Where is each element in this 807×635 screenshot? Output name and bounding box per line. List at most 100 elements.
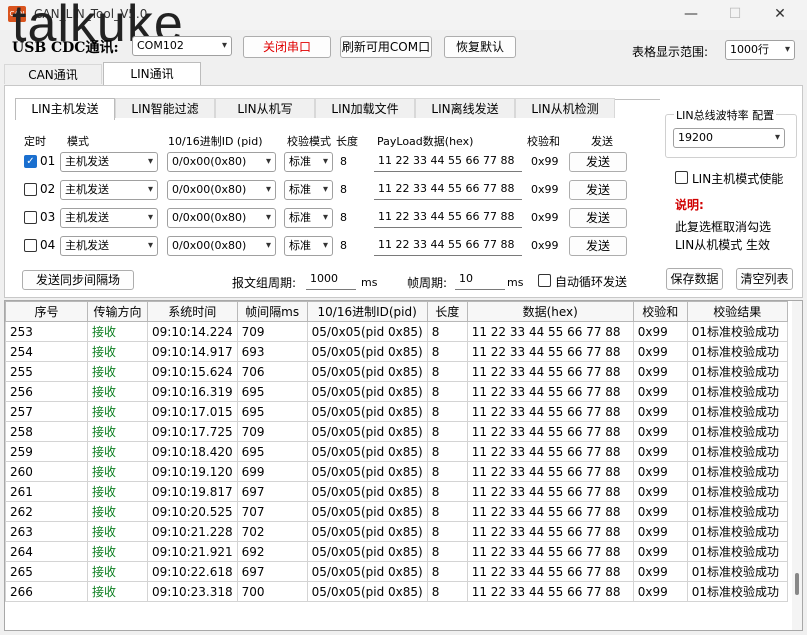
- close-window-button[interactable]: ✕: [765, 4, 795, 24]
- range-select[interactable]: 1000行 ▾: [725, 40, 795, 60]
- row-enable-checkbox[interactable]: [24, 211, 37, 224]
- subtab-lin-slave-detect[interactable]: LIN从机检测: [515, 98, 615, 118]
- table-row[interactable]: 260 接收 09:10:19.120 699 05/0x05(pid 0x85) 8 11…: [5, 461, 788, 482]
- close-port-button[interactable]: 关闭串口: [243, 36, 331, 58]
- log-header-cell[interactable]: 校验和: [632, 301, 688, 322]
- row-mode-select[interactable]: 主机发送 ▾: [60, 152, 158, 172]
- row-send-button[interactable]: 发送: [569, 208, 627, 228]
- row-payload-input[interactable]: 11 22 33 44 55 66 77 88: [374, 208, 522, 228]
- table-row[interactable]: 255 接收 09:10:15.624 706 05/0x05(pid 0x85) 8 11…: [5, 361, 788, 382]
- table-cell: 0x99: [632, 561, 688, 582]
- clear-list-button[interactable]: 清空列表: [736, 268, 793, 290]
- table-row[interactable]: 263 接收 09:10:21.228 702 05/0x05(pid 0x85) 8 11…: [5, 521, 788, 542]
- send-sync-break-button[interactable]: 发送同步间隔场: [22, 270, 134, 290]
- row-number: 03: [40, 210, 56, 224]
- master-enable-checkbox[interactable]: [675, 171, 688, 184]
- table-cell: 11 22 33 44 55 66 77 88: [466, 501, 634, 522]
- table-row[interactable]: 259 接收 09:10:18.420 695 05/0x05(pid 0x85) 8 11…: [5, 441, 788, 462]
- subtab-lin-slave-write[interactable]: LIN从机写: [215, 98, 315, 118]
- tab-lin[interactable]: LIN通讯: [103, 62, 201, 86]
- auto-loop-checkbox[interactable]: [538, 274, 551, 287]
- table-cell: 8: [426, 461, 468, 482]
- table-row[interactable]: 254 接收 09:10:14.917 693 05/0x05(pid 0x85) 8 11…: [5, 341, 788, 362]
- log-header-cell[interactable]: 数据(hex): [466, 301, 634, 322]
- table-cell: 8: [426, 541, 468, 562]
- table-cell: 11 22 33 44 55 66 77 88: [466, 381, 634, 402]
- row-send-button[interactable]: 发送: [569, 180, 627, 200]
- table-cell: 695: [236, 381, 308, 402]
- table-cell: 0x99: [632, 501, 688, 522]
- subtab-lin-offline-send[interactable]: LIN离线发送: [415, 98, 515, 118]
- table-row[interactable]: 253 接收 09:10:14.224 709 05/0x05(pid 0x85) 8 11…: [5, 321, 788, 342]
- log-header-cell[interactable]: 10/16进制ID(pid): [306, 301, 428, 322]
- table-cell: 263: [5, 521, 88, 542]
- frame-period-input[interactable]: 10: [455, 270, 505, 290]
- row-id-select[interactable]: 0/0x00(0x80) ▾: [167, 180, 276, 200]
- table-row[interactable]: 256 接收 09:10:16.319 695 05/0x05(pid 0x85) 8 11…: [5, 381, 788, 402]
- table-row[interactable]: 258 接收 09:10:17.725 709 05/0x05(pid 0x85) 8 11…: [5, 421, 788, 442]
- refresh-com-button[interactable]: 刷新可用COM口: [340, 36, 432, 58]
- table-cell: 09:10:19.817: [147, 481, 238, 502]
- chevron-down-icon: ▾: [322, 212, 328, 223]
- row-check-select[interactable]: 标准 ▾: [284, 236, 333, 256]
- group-period-input[interactable]: 1000: [306, 270, 356, 290]
- row-enable-checkbox[interactable]: [24, 239, 37, 252]
- log-header-cell[interactable]: 序号: [5, 301, 88, 322]
- row-id-select[interactable]: 0/0x00(0x80) ▾: [167, 236, 276, 256]
- table-row[interactable]: 262 接收 09:10:20.525 707 05/0x05(pid 0x85) 8 11…: [5, 501, 788, 522]
- note-line-1: 此复选框取消勾选: [675, 220, 772, 234]
- row-enable-checkbox[interactable]: ✓: [24, 155, 37, 168]
- log-header-cell[interactable]: 传输方向: [87, 301, 148, 322]
- row-number: 01: [40, 154, 56, 168]
- minimize-button[interactable]: —: [676, 4, 706, 24]
- tab-can[interactable]: CAN通讯: [4, 64, 102, 84]
- table-cell: 01标准校验成功: [686, 341, 788, 362]
- table-row[interactable]: 257 接收 09:10:17.015 695 05/0x05(pid 0x85) 8 11…: [5, 401, 788, 422]
- table-cell: 265: [5, 561, 88, 582]
- table-row[interactable]: 264 接收 09:10:21.921 692 05/0x05(pid 0x85) 8 11…: [5, 541, 788, 562]
- subtab-lin-load-file[interactable]: LIN加载文件: [315, 98, 415, 118]
- restore-default-button[interactable]: 恢复默认: [444, 36, 516, 58]
- table-row[interactable]: 261 接收 09:10:19.817 697 05/0x05(pid 0x85) 8 11…: [5, 481, 788, 502]
- log-header-cell[interactable]: 长度: [426, 301, 468, 322]
- master-enable-label: LIN主机模式使能: [692, 172, 784, 186]
- log-header-cell[interactable]: 帧间隔ms: [236, 301, 308, 322]
- row-mode-select[interactable]: 主机发送 ▾: [60, 208, 158, 228]
- row-send-button[interactable]: 发送: [569, 236, 627, 256]
- com-port-select[interactable]: COM102 ▾: [132, 36, 232, 56]
- row-payload-input[interactable]: 11 22 33 44 55 66 77 88: [374, 236, 522, 256]
- subtab-lin-smart-filter[interactable]: LIN智能过滤: [115, 98, 215, 118]
- table-cell: 697: [236, 561, 308, 582]
- maximize-button[interactable]: ☐: [720, 4, 750, 24]
- baud-value: 19200: [678, 131, 713, 144]
- log-header-cell[interactable]: 校验结果: [686, 301, 788, 322]
- log-scrollbar[interactable]: [792, 301, 802, 630]
- table-cell: 09:10:14.917: [147, 341, 238, 362]
- table-cell: 09:10:19.120: [147, 461, 238, 482]
- row-mode-select[interactable]: 主机发送 ▾: [60, 180, 158, 200]
- row-send-button[interactable]: 发送: [569, 152, 627, 172]
- table-cell: 697: [236, 481, 308, 502]
- chevron-down-icon: ▾: [265, 156, 271, 167]
- row-id-select[interactable]: 0/0x00(0x80) ▾: [167, 152, 276, 172]
- row-enable-checkbox[interactable]: [24, 183, 37, 196]
- row-check-select[interactable]: 标准 ▾: [284, 152, 333, 172]
- table-row[interactable]: 266 接收 09:10:23.318 700 05/0x05(pid 0x85) 8 11…: [5, 581, 788, 602]
- table-row[interactable]: 265 接收 09:10:22.618 697 05/0x05(pid 0x85) 8 11…: [5, 561, 788, 582]
- row-id-select[interactable]: 0/0x00(0x80) ▾: [167, 208, 276, 228]
- subtab-lin-master-send[interactable]: LIN主机发送: [15, 98, 115, 120]
- row-mode-select[interactable]: 主机发送 ▾: [60, 236, 158, 256]
- table-cell: 05/0x05(pid 0x85): [306, 401, 428, 422]
- save-data-button[interactable]: 保存数据: [666, 268, 723, 290]
- scrollbar-thumb[interactable]: [795, 573, 799, 595]
- log-header-cell[interactable]: 系统时间: [147, 301, 238, 322]
- row-mode-value: 主机发送: [65, 183, 109, 196]
- row-payload-input[interactable]: 11 22 33 44 55 66 77 88: [374, 180, 522, 200]
- row-check-select[interactable]: 标准 ▾: [284, 180, 333, 200]
- row-payload-input[interactable]: 11 22 33 44 55 66 77 88: [374, 152, 522, 172]
- table-cell: 05/0x05(pid 0x85): [306, 581, 428, 602]
- col-payload: PayLoad数据(hex): [377, 135, 474, 148]
- row-check-select[interactable]: 标准 ▾: [284, 208, 333, 228]
- row-checksum: 0x99: [531, 239, 559, 252]
- baud-select[interactable]: 19200 ▾: [673, 128, 785, 148]
